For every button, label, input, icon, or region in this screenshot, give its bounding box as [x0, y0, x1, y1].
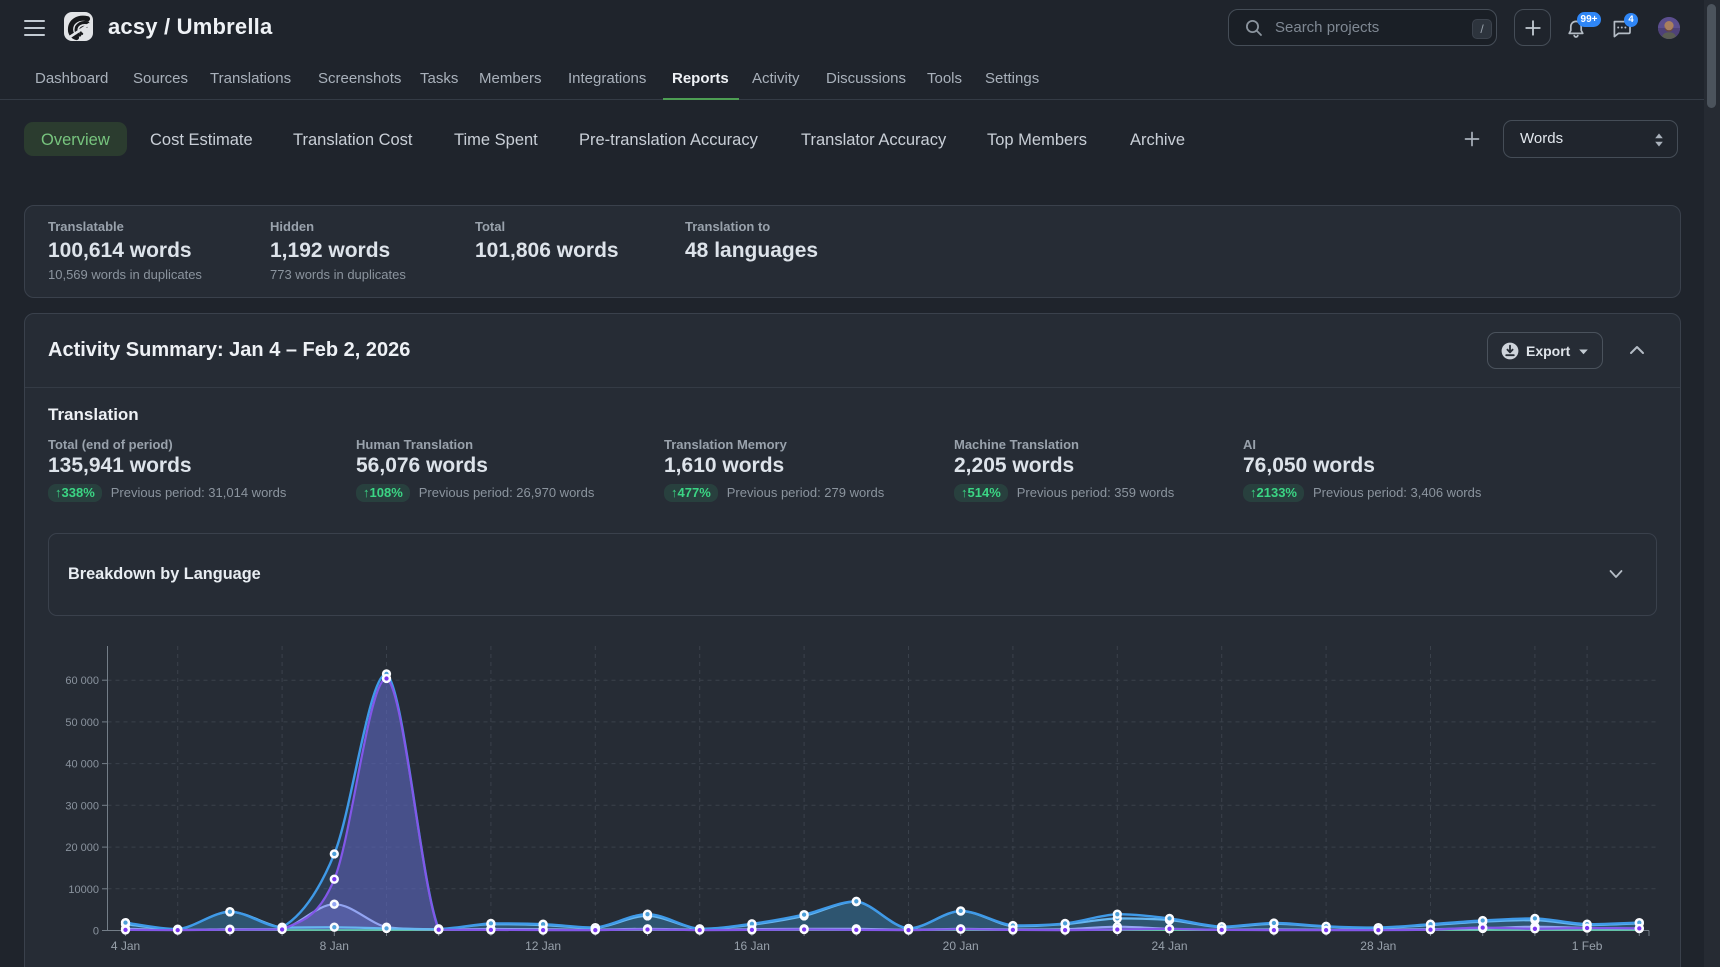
- svg-text:10000: 10000: [68, 884, 99, 896]
- svg-text:28 Jan: 28 Jan: [1360, 939, 1396, 953]
- svg-text:1 Feb: 1 Feb: [1572, 939, 1603, 953]
- svg-text:8 Jan: 8 Jan: [320, 939, 349, 953]
- svg-text:4 Jan: 4 Jan: [111, 939, 140, 953]
- svg-text:20 000: 20 000: [65, 842, 99, 854]
- svg-text:12 Jan: 12 Jan: [525, 939, 561, 953]
- svg-text:60 000: 60 000: [65, 675, 99, 687]
- svg-text:16 Jan: 16 Jan: [734, 939, 770, 953]
- svg-text:40 000: 40 000: [65, 759, 99, 771]
- svg-text:20 Jan: 20 Jan: [943, 939, 979, 953]
- svg-text:0: 0: [93, 926, 99, 938]
- svg-text:24 Jan: 24 Jan: [1151, 939, 1187, 953]
- svg-text:30 000: 30 000: [65, 800, 99, 812]
- svg-text:50 000: 50 000: [65, 717, 99, 729]
